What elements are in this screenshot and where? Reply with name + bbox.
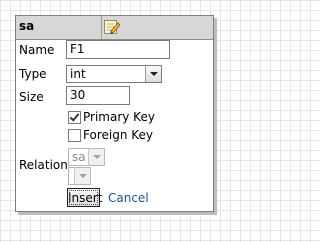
foreign-key-checkbox[interactable] — [68, 129, 81, 142]
size-label: Size — [19, 90, 44, 104]
foreign-key-label: Foreign Key — [83, 128, 153, 142]
relation-table-select[interactable]: sa — [68, 148, 105, 166]
chevron-down-icon[interactable] — [88, 149, 104, 165]
relation-field-select[interactable] — [68, 167, 91, 185]
primary-key-label: Primary Key — [83, 110, 155, 124]
titlebar-divider — [101, 16, 102, 39]
relation-table-value: sa — [72, 150, 86, 164]
relation-label: Relation — [19, 158, 68, 172]
size-field[interactable]: 30 — [66, 86, 130, 105]
chevron-down-icon[interactable] — [74, 168, 90, 184]
name-field[interactable]: F1 — [66, 40, 170, 59]
table-name: sa — [19, 19, 35, 33]
chevron-down-icon[interactable] — [145, 66, 161, 82]
type-label: Type — [19, 67, 47, 81]
insert-button[interactable]: Insert — [67, 188, 102, 207]
type-select-value: int — [70, 67, 86, 81]
edit-pencil-icon[interactable] — [103, 18, 121, 36]
primary-key-checkbox[interactable] — [68, 111, 81, 124]
type-select[interactable]: int — [66, 65, 162, 83]
cancel-link[interactable]: Cancel — [108, 191, 149, 205]
field-editor-panel: sa Name F1 Type int Size 30 Primary Key … — [15, 15, 214, 212]
table-titlebar: sa — [16, 16, 213, 40]
name-label: Name — [19, 43, 55, 57]
